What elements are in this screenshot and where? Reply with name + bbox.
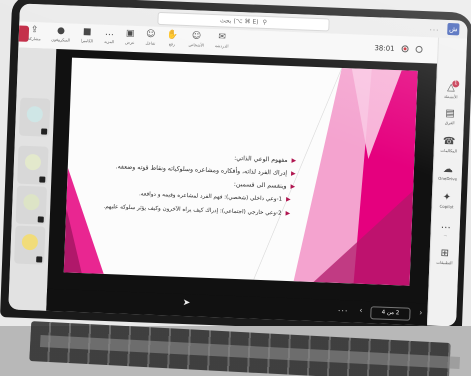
toolbar-item[interactable]: ✉ الدردشة	[215, 32, 229, 50]
participant-tile[interactable]	[14, 225, 46, 265]
search-text: بحث (⌥ ⌘ E)	[219, 16, 259, 26]
page-indicator: 2 من 4	[370, 306, 411, 321]
toolbar-item-label: مشاركة	[27, 35, 41, 42]
meeting-timer: 38:01	[374, 44, 395, 53]
phone-icon: ☎	[442, 135, 456, 148]
toolbar-item-label: رفع	[168, 41, 176, 47]
rail-item-label: التطبيقات	[436, 259, 453, 266]
search-icon: ⚲	[262, 18, 268, 26]
toolbar-item-label: الدردشة	[214, 43, 229, 49]
toolbar-item[interactable]: ■ الكاميرا	[81, 27, 94, 44]
mic-icon	[39, 176, 46, 183]
toolbar-item-label: الأشخاص	[188, 42, 205, 48]
rail-item[interactable]: ▤ الفرق	[436, 108, 465, 127]
chat-icon: ✉	[218, 32, 227, 43]
rail-item-label: الأنشطة	[443, 93, 458, 100]
bullet-arrow-icon: ▶	[291, 157, 297, 165]
presentation-controls: ➤ ... ‹ 2 من 4 ›	[46, 288, 429, 326]
presentation-more-button[interactable]: ...	[338, 304, 349, 313]
camera-icon: ■	[82, 26, 92, 38]
slide-bullets: ▶مفهوم الوعي الذاتي: ▶إدراك الفرد لذاته، …	[64, 145, 296, 221]
window-menu-button[interactable]: ...	[430, 24, 440, 32]
toolbar-item[interactable]: ⇪ مشاركة	[28, 25, 42, 42]
rail-item-label: Copilot	[439, 203, 454, 210]
rail-item-label: ...	[443, 231, 448, 238]
participant-avatar	[26, 105, 44, 123]
recording-icon	[401, 45, 409, 53]
participant-tile[interactable]	[15, 185, 48, 225]
bullet-arrow-icon: ▶	[290, 183, 296, 191]
slide-bullet-text: 2-وعي خارجي (اجتماعي): إدراك كيف يراه ال…	[103, 203, 282, 217]
participant-avatar	[21, 233, 39, 251]
presentation-slide: ▶مفهوم الوعي الذاتي: ▶إدراك الفرد لذاته، …	[63, 57, 418, 286]
apps-icon: ⊞	[440, 247, 450, 260]
toolbar-item-label: الميكروفون	[51, 36, 71, 43]
notification-badge: 1	[452, 80, 460, 88]
participant-tile[interactable]	[18, 97, 51, 137]
smile-icon: ☺	[145, 29, 156, 40]
profile-avatar[interactable]: ش	[447, 22, 460, 36]
copilot-icon: ✦	[442, 191, 452, 204]
toolbar-item-label: الكاميرا	[80, 37, 94, 44]
rail-item[interactable]: ☎ المكالمات	[435, 136, 464, 155]
rail-item[interactable]: ⊞ التطبيقات	[430, 248, 459, 267]
mouse-cursor-icon: ➤	[182, 298, 191, 309]
toolbar-item[interactable]: ▣ عرض	[125, 29, 135, 46]
laptop-screen: بحث (⌥ ⌘ E) ⚲ ... ش ✉ الدردشة ☺ الأشخاص ✋ رفع…	[8, 3, 468, 327]
hand-icon: ✋	[166, 30, 179, 41]
mic-icon	[41, 128, 48, 135]
participant-avatar	[23, 193, 40, 211]
photo: بحث (⌥ ⌘ E) ⚲ ... ش ✉ الدردشة ☺ الأشخاص ✋ رفع…	[0, 0, 471, 376]
previous-slide-icon[interactable]: ‹	[359, 306, 363, 315]
mic-icon	[37, 216, 44, 223]
view-icon: ▣	[125, 28, 135, 39]
rail-item[interactable]: ✦ Copilot	[432, 192, 461, 211]
cloud-icon: ☁	[442, 163, 454, 176]
shield-icon	[415, 45, 423, 54]
bullet-arrow-icon: ▶	[285, 209, 291, 218]
slide-bullet-text: مفهوم الوعي الذاتي:	[234, 154, 288, 164]
toolbar-item-label: عرض	[125, 39, 135, 45]
slide-bullet-text: 1-وعي داخلي (شخصي): فهم الفرد لمشاعره وق…	[138, 191, 283, 203]
slide-bullet-text: وينقسم الى قسمين:	[233, 180, 287, 190]
meeting-tools: ✉ الدردشة ☺ الأشخاص ✋ رفع ☺ تفاعل ▣ عرض… المزيد ■ ال…	[28, 25, 230, 50]
toolbar-item-label: المزيد	[104, 38, 115, 45]
rail-item-label: المكالمات	[440, 147, 458, 154]
mic-icon: ●	[56, 25, 66, 37]
bullet-arrow-icon: ▶	[285, 195, 291, 204]
shared-screen-stage: ▶مفهوم الوعي الذاتي: ▶إدراك الفرد لذاته، …	[46, 48, 439, 326]
rail-item[interactable]: ☁ OneDrive	[434, 164, 463, 183]
toolbar-item[interactable]: … المزيد	[104, 28, 115, 45]
bullet-arrow-icon: ▶	[290, 170, 296, 178]
laptop-bezel: بحث (⌥ ⌘ E) ⚲ ... ش ✉ الدردشة ☺ الأشخاص ✋ رفع…	[0, 0, 471, 335]
share-icon: ⇪	[30, 24, 39, 36]
people-icon: ☺	[191, 31, 202, 42]
participant-avatar	[24, 153, 42, 171]
more-icon: …	[440, 219, 452, 232]
participant-tile[interactable]	[17, 145, 49, 185]
rail-item[interactable]: △ 1 الأنشطة	[437, 80, 466, 101]
toolbar-item[interactable]: ☺ الأشخاص	[188, 31, 204, 49]
toolbar-item-label: تفاعل	[145, 40, 156, 46]
toolbar-item[interactable]: ✋ رفع	[166, 30, 178, 47]
teams-icon: ▤	[445, 107, 456, 120]
next-slide-icon[interactable]: ›	[419, 308, 423, 317]
rail-item-label: الفرق	[444, 119, 455, 126]
more-icon: …	[104, 27, 115, 39]
toolbar-item[interactable]: ● الميكروفون	[51, 25, 71, 44]
toolbar-item[interactable]: ☺ تفاعل	[145, 29, 155, 46]
rail-item-label: OneDrive	[438, 175, 458, 182]
mic-icon	[36, 256, 43, 263]
rail-item[interactable]: …...	[431, 220, 460, 239]
